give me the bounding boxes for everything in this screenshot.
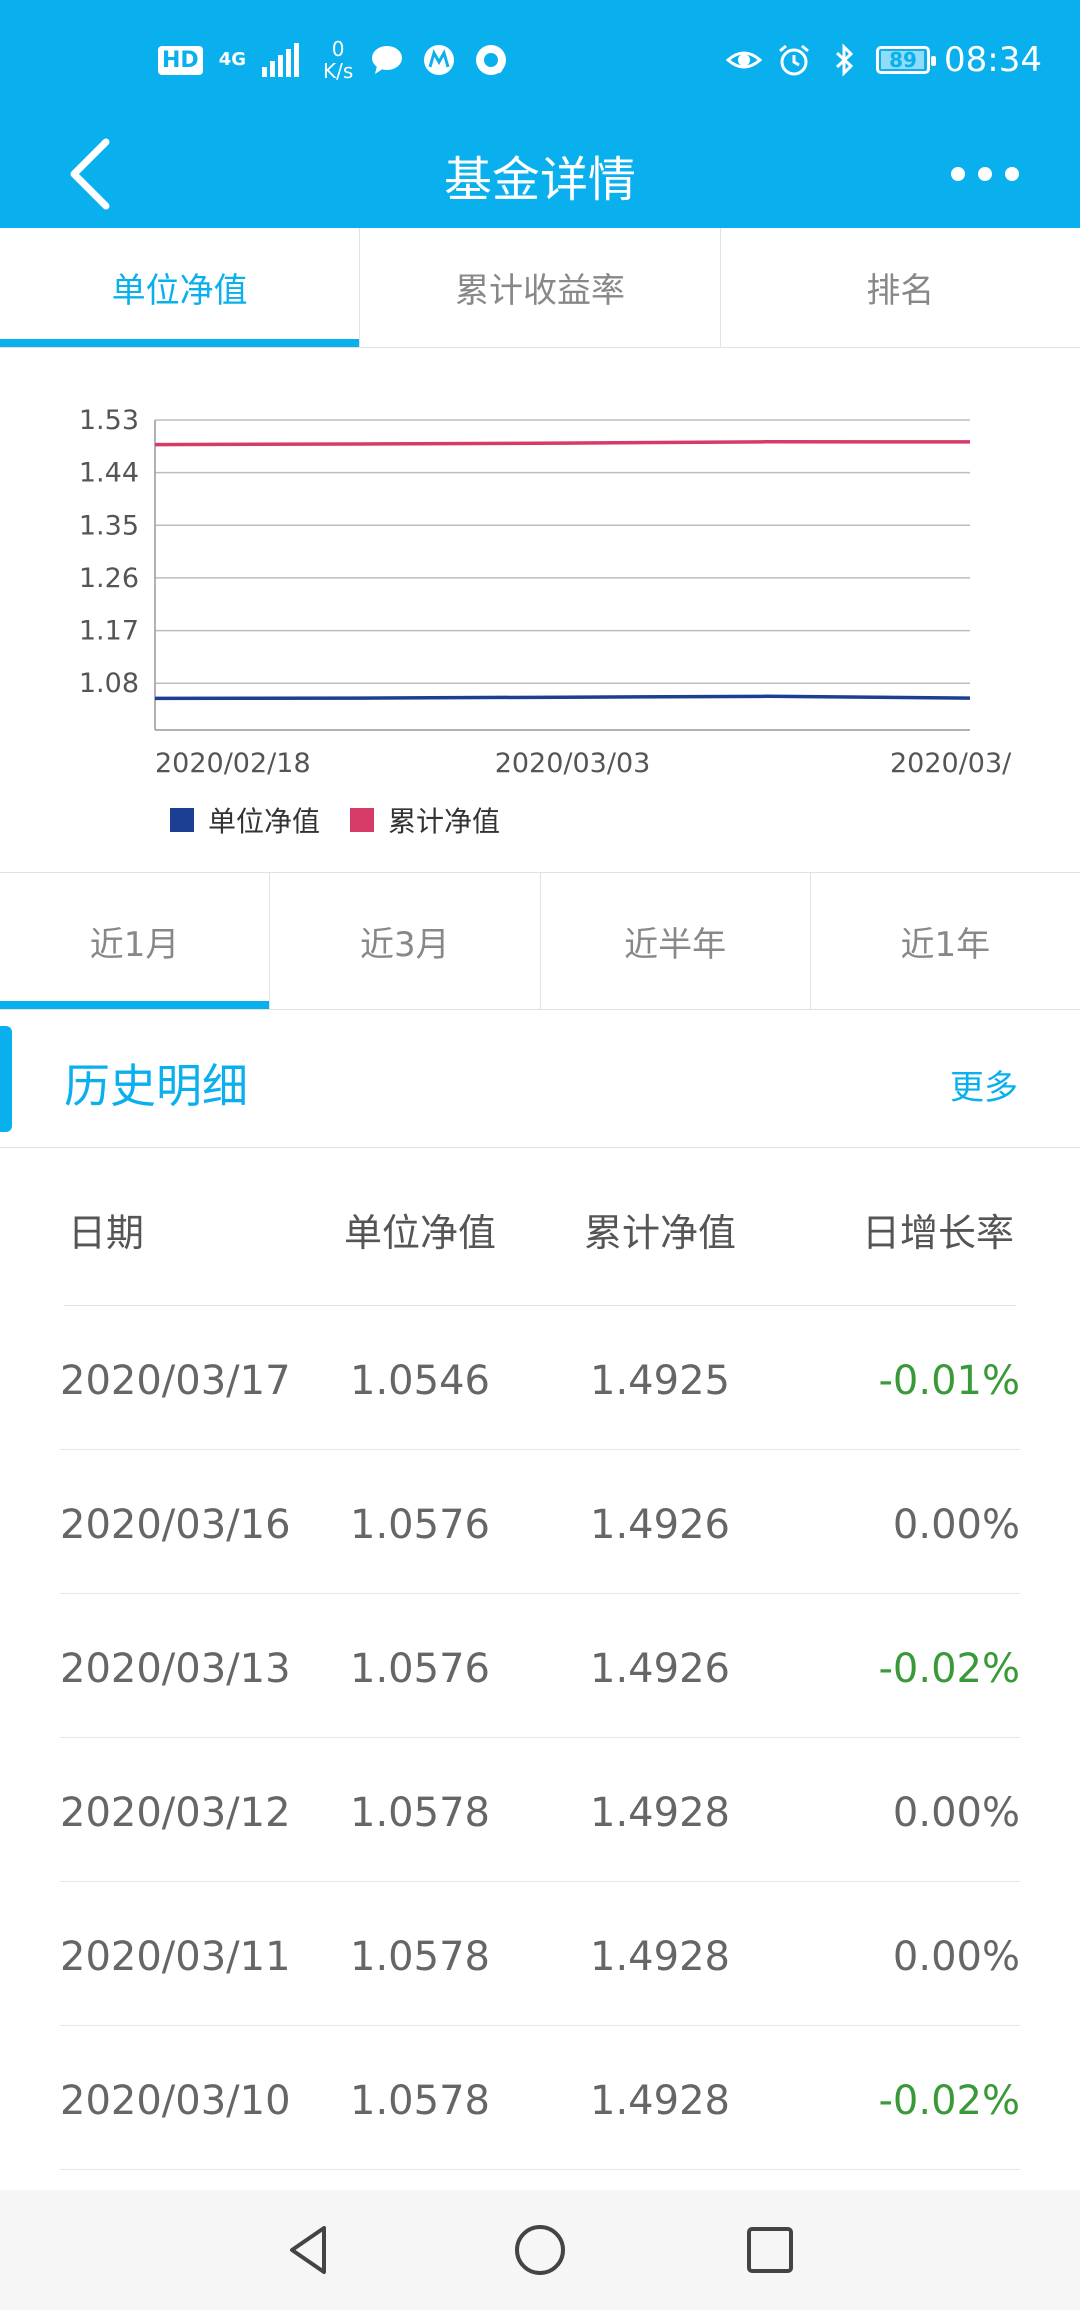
cell-daily-growth: -0.02% (878, 2078, 1020, 2124)
battery-icon: 89 (876, 46, 937, 74)
section-title: 历史明细 (64, 1059, 248, 1113)
cell-unit-nav: 1.0576 (350, 1646, 490, 1692)
legend-label-unit: 单位净值 (208, 805, 321, 838)
col-daily-growth: 日增长率 (861, 1211, 1014, 1255)
nav-chart: 1.53 1.44 1.35 1.26 1.17 1.08 2020/02/18 2020/0… (0, 380, 1080, 850)
col-unit-nav: 单位净值 (343, 1211, 496, 1255)
cell-accum-nav: 1.4926 (590, 1502, 730, 1548)
col-date: 日期 (68, 1211, 145, 1255)
eye-icon (726, 51, 763, 69)
cell-unit-nav: 1.0578 (350, 1934, 490, 1980)
status-left: HD 4G 0 K/s (158, 30, 509, 90)
legend-swatch-accum (350, 808, 375, 832)
cell-unit-nav: 1.0578 (350, 2078, 490, 2124)
cell-accum-nav: 1.4925 (590, 1358, 730, 1404)
top-bar: HD 4G 0 K/s 89 08:34 基金详情 (0, 0, 1080, 228)
cell-daily-growth: -0.02% (878, 1646, 1020, 1692)
legend-item-unit: 单位净值 (170, 800, 320, 840)
system-nav-bar (0, 2190, 1080, 2310)
signal-icon (262, 43, 299, 77)
y-tick-label: 1.17 (79, 616, 139, 647)
y-tick-label: 1.44 (79, 458, 139, 489)
line-chart: 1.53 1.44 1.35 1.26 1.17 1.08 2020/02/18 2020/0… (79, 405, 1012, 779)
history-table: 日期 单位净值 累计净值 日增长率 2020/03/17 1.0546 1.4925… (0, 1148, 1080, 2170)
section-accent (0, 1026, 12, 1132)
history-header: 历史明细 更多 (0, 1010, 1080, 1148)
table-row[interactable]: 2020/03/13 1.0576 1.4926 -0.02% (0, 1594, 1080, 1738)
square-recent-icon[interactable] (740, 2220, 800, 2280)
bluetooth-icon (835, 43, 854, 77)
legend-label-accum: 累计净值 (388, 805, 501, 838)
y-tick-label: 1.26 (79, 563, 139, 594)
speed-value: 0 (331, 37, 345, 61)
col-accum-nav: 累计净值 (583, 1211, 736, 1255)
cell-date: 2020/03/11 (60, 1934, 291, 1980)
cell-unit-nav: 1.0578 (350, 1790, 490, 1836)
status-bar: HD 4G 0 K/s 89 08:34 (0, 0, 1080, 120)
table-row[interactable]: 2020/03/12 1.0578 1.4928 0.00% (0, 1738, 1080, 1882)
network-type: 4G (218, 49, 246, 70)
y-tick-label: 1.53 (79, 405, 139, 436)
cell-date: 2020/03/17 (60, 1358, 291, 1404)
cell-accum-nav: 1.4928 (590, 1790, 730, 1836)
cell-date: 2020/03/12 (60, 1790, 291, 1836)
cell-daily-growth: 0.00% (892, 1790, 1020, 1836)
table-row[interactable]: 2020/03/16 1.0576 1.4926 0.00% (0, 1450, 1080, 1594)
cell-unit-nav: 1.0576 (350, 1502, 490, 1548)
circle-home-icon[interactable] (510, 2220, 570, 2280)
tab-cumulative-return[interactable]: 累计收益率 (360, 228, 721, 347)
legend-item-accum: 累计净值 (350, 800, 500, 840)
tab-1-year[interactable]: 近1年 (811, 873, 1080, 1009)
tab-ranking[interactable]: 排名 (721, 228, 1080, 347)
x-tick-label: 2020/03/ (890, 748, 1012, 779)
triangle-back-icon[interactable] (280, 2220, 340, 2280)
clock: 08:34 (944, 40, 1042, 80)
speed-unit: K/s (323, 59, 354, 83)
cell-accum-nav: 1.4928 (590, 1934, 730, 1980)
cell-accum-nav: 1.4926 (590, 1646, 730, 1692)
x-tick-label: 2020/02/18 (155, 748, 311, 779)
more-link[interactable]: 更多 (950, 1060, 1018, 1109)
y-tick-label: 1.35 (79, 510, 139, 541)
series-line-unit-nav (154, 694, 971, 701)
cell-date: 2020/03/13 (60, 1646, 291, 1692)
tab-half-year[interactable]: 近半年 (541, 873, 811, 1009)
status-right: 89 08:34 (726, 30, 1042, 90)
x-tick-label: 2020/03/03 (495, 748, 651, 779)
cell-daily-growth: -0.01% (878, 1358, 1020, 1404)
cell-daily-growth: 0.00% (892, 1934, 1020, 1980)
period-tabs: 近1月 近3月 近半年 近1年 (0, 872, 1080, 1010)
table-row[interactable]: 2020/03/17 1.0546 1.4925 -0.01% (0, 1306, 1080, 1450)
chart-legend: 单位净值 累计净值 (170, 800, 514, 840)
browser-icon (476, 45, 507, 75)
app-icon (424, 45, 455, 75)
legend-swatch-unit (170, 808, 194, 832)
hd-badge: HD (158, 45, 203, 75)
table-row[interactable]: 2020/03/11 1.0578 1.4928 0.00% (0, 1882, 1080, 2026)
y-tick-label: 1.08 (79, 668, 139, 699)
table-row[interactable]: 2020/03/10 1.0578 1.4928 -0.02% (0, 2026, 1080, 2170)
row-divider (60, 2169, 1020, 2170)
chat-icon (372, 46, 403, 74)
alarm-icon (779, 44, 809, 76)
series-line-accum-nav (154, 440, 971, 447)
app-bar: 基金详情 (0, 120, 1080, 228)
chart-tabs: 单位净值 累计收益率 排名 (0, 228, 1080, 348)
tab-unit-nav[interactable]: 单位净值 (0, 228, 361, 347)
cell-unit-nav: 1.0546 (350, 1358, 490, 1404)
tab-1-month[interactable]: 近1月 (0, 873, 271, 1009)
tab-3-months[interactable]: 近3月 (270, 873, 541, 1009)
network-speed: 0 K/s (323, 38, 353, 82)
more-dots-icon[interactable] (930, 146, 1040, 202)
page-title: 基金详情 (443, 152, 636, 208)
cell-daily-growth: 0.00% (892, 1502, 1020, 1548)
cell-date: 2020/03/10 (60, 2078, 291, 2124)
table-body: 2020/03/17 1.0546 1.4925 -0.01% 2020/03/16 1.… (0, 1306, 1080, 2170)
battery-level: 89 (889, 48, 917, 72)
table-header: 日期 单位净值 累计净值 日增长率 (0, 1148, 1080, 1306)
cell-accum-nav: 1.4928 (590, 2078, 730, 2124)
cell-date: 2020/03/16 (60, 1502, 291, 1548)
